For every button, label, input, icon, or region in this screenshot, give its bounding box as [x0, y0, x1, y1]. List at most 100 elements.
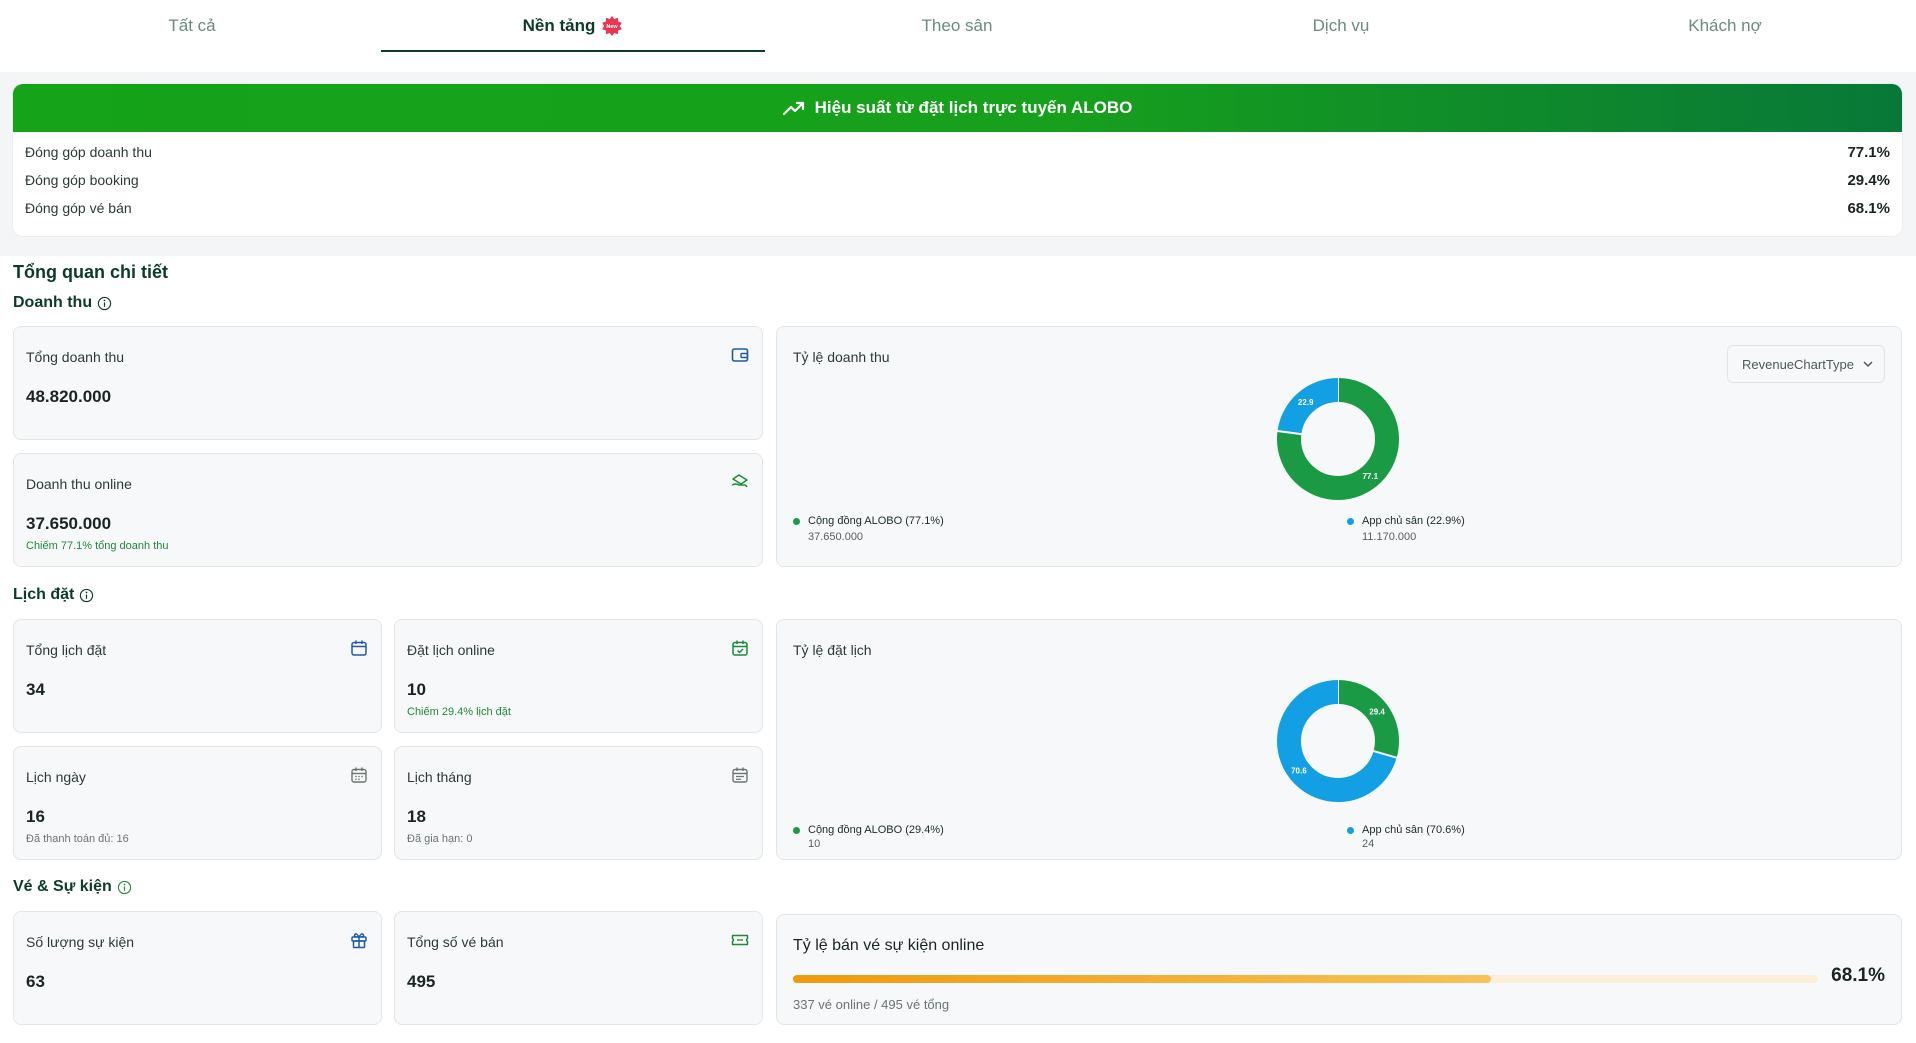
legend-item-alobo: Cộng đồng ALOBO (77.1%) 37.650.000	[793, 515, 944, 543]
revenue-heading: Doanh thu	[13, 294, 112, 312]
donut-slice-label: 70.6	[1291, 767, 1307, 776]
legend-item-owner-app: App chủ sân (70.6%) 24	[1347, 824, 1465, 850]
tab-debtors[interactable]: Khách nợ	[1533, 0, 1916, 52]
total-bookings-card: Tổng lịch đặt 34	[13, 619, 382, 733]
monthly-bookings-card: Lịch tháng 18 Đã gia hạn: 0	[394, 746, 763, 860]
revenue-ratio-card: Tỷ lệ doanh thu RevenueChartType 77.1 22.…	[776, 326, 1902, 567]
card-label: Tổng số vé bán	[407, 934, 504, 950]
top-tab-bar: Tất cả Nền tảng New Theo sân Dịch vụ Khá…	[0, 0, 1916, 72]
chart-title: Tỷ lệ đặt lịch	[793, 642, 872, 658]
ticket-icon	[731, 934, 749, 946]
online-ticket-rate-card: Tỷ lệ bán vé sự kiện online 68.1% 337 vé…	[776, 914, 1902, 1025]
online-revenue-card: Doanh thu online 37.650.000 Chiếm 77.1% …	[13, 453, 763, 567]
legend-item-owner-app: App chủ sân (22.9%) 11.170.000	[1347, 515, 1465, 543]
row-label: Đóng góp doanh thu	[25, 144, 152, 160]
wallet-icon	[731, 348, 749, 362]
card-label: Đặt lịch online	[407, 642, 495, 658]
calendar-icon	[351, 640, 367, 656]
chart-title: Tỷ lệ doanh thu	[793, 349, 890, 365]
legend-dot	[793, 826, 800, 834]
tab-label: Tất cả	[168, 16, 216, 35]
online-ticket-progress-bar	[793, 975, 1818, 983]
section-label: Lịch đặt	[13, 586, 75, 603]
tickets-heading: Vé & Sự kiện	[13, 878, 132, 896]
revenue-donut-chart: 77.1 22.9	[1277, 378, 1399, 500]
card-note: Chiếm 77.1% tổng doanh thu	[26, 540, 169, 552]
legend-label: Cộng đồng ALOBO (77.1%)	[808, 515, 944, 527]
section-label: Vé & Sự kiện	[13, 878, 112, 895]
row-label: Đóng góp booking	[25, 172, 139, 188]
card-value: 48.820.000	[26, 387, 112, 406]
online-bookings-card: Đặt lịch online 10 Chiếm 29.4% lịch đặt	[394, 619, 763, 733]
card-note: Chiếm 29.4% lịch đặt	[407, 706, 511, 718]
booking-heading: Lịch đặt	[13, 586, 94, 604]
info-icon[interactable]	[79, 588, 94, 603]
new-badge-icon: New	[601, 15, 623, 37]
tickets-sold-card: Tổng số vé bán 495	[394, 911, 763, 1025]
revenue-chart-type-select[interactable]: RevenueChartType	[1727, 345, 1885, 383]
donut-slice-label: 77.1	[1362, 472, 1378, 481]
legend-label: Cộng đồng ALOBO (29.4%)	[808, 824, 944, 836]
card-value: 37.650.000	[26, 514, 112, 533]
legend-item-alobo: Cộng đồng ALOBO (29.4%) 10	[793, 824, 944, 850]
card-value: 18	[407, 807, 426, 826]
performance-row: Đóng góp booking 29.4%	[13, 166, 1902, 194]
booking-ratio-card: Tỷ lệ đặt lịch 29.4 70.6 Cộng đồng ALOBO …	[776, 619, 1902, 860]
legend-label: App chủ sân (70.6%)	[1362, 824, 1465, 836]
event-count-card: Số lượng sự kiện 63	[13, 911, 382, 1025]
card-value: 34	[26, 680, 45, 699]
progress-value: 68.1%	[1831, 965, 1885, 986]
legend-sub: 24	[1362, 838, 1375, 850]
card-label: Tổng doanh thu	[26, 349, 125, 365]
performance-row: Đóng góp doanh thu 77.1%	[13, 138, 1902, 166]
card-label: Lịch ngày	[26, 769, 86, 785]
legend-dot	[793, 517, 800, 525]
calendar-check-icon	[732, 640, 748, 656]
section-label: Doanh thu	[13, 294, 93, 311]
booking-donut-chart: 29.4 70.6	[1277, 680, 1399, 802]
gift-icon	[351, 933, 367, 949]
trending-up-icon	[782, 101, 804, 116]
card-label: Doanh thu online	[26, 476, 132, 492]
legend-sub: 37.650.000	[808, 531, 864, 543]
card-value: 63	[26, 972, 45, 991]
card-note: Đã thanh toán đủ: 16	[26, 833, 129, 845]
card-value: 16	[26, 807, 45, 826]
legend-label: App chủ sân (22.9%)	[1362, 515, 1465, 527]
tab-by-court[interactable]: Theo sân	[765, 0, 1149, 52]
chevron-down-icon	[1863, 361, 1873, 368]
performance-row: Đóng góp vé bán 68.1%	[13, 194, 1902, 222]
daily-bookings-card: Lịch ngày 16 Đã thanh toán đủ: 16	[13, 746, 382, 860]
overview-title: Tổng quan chi tiết	[13, 262, 168, 282]
tab-label: Theo sân	[921, 16, 993, 35]
tab-label: Nền tảng	[522, 16, 596, 35]
info-icon[interactable]	[117, 880, 132, 895]
overview-content: Tổng quan chi tiết Doanh thu Tổng doanh …	[0, 256, 1916, 1043]
select-value: RevenueChartType	[1742, 356, 1855, 372]
card-note: Đã gia hạn: 0	[407, 833, 473, 845]
svg-text:New: New	[607, 24, 619, 30]
donut-slice-label: 22.9	[1298, 398, 1314, 407]
progress-note: 337 vé online / 495 vé tổng	[793, 997, 950, 1012]
legend-dot	[1347, 517, 1354, 525]
tab-platform[interactable]: Nền tảng New	[381, 0, 765, 52]
donut-slice-label: 29.4	[1369, 707, 1385, 716]
tab-all[interactable]: Tất cả	[0, 0, 384, 52]
performance-header: Hiệu suất từ đặt lịch trực tuyến ALOBO	[13, 84, 1902, 132]
tab-label: Dịch vụ	[1312, 16, 1370, 35]
cash-hand-icon	[731, 474, 748, 488]
performance-title: Hiệu suất từ đặt lịch trực tuyến ALOBO	[814, 98, 1133, 117]
row-value: 77.1%	[1847, 143, 1890, 161]
progress-fill	[793, 975, 1492, 983]
performance-card: Hiệu suất từ đặt lịch trực tuyến ALOBO Đ…	[13, 84, 1902, 236]
calendar-day-icon	[351, 767, 367, 783]
card-label: Số lượng sự kiện	[26, 934, 135, 950]
row-label: Đóng góp vé bán	[25, 200, 132, 216]
tab-services[interactable]: Dịch vụ	[1149, 0, 1533, 52]
total-revenue-card: Tổng doanh thu 48.820.000	[13, 326, 763, 440]
row-value: 29.4%	[1847, 171, 1890, 189]
legend-dot	[1347, 826, 1354, 834]
card-value: 10	[407, 680, 426, 699]
tab-label: Khách nợ	[1688, 16, 1762, 35]
info-icon[interactable]	[97, 296, 112, 311]
